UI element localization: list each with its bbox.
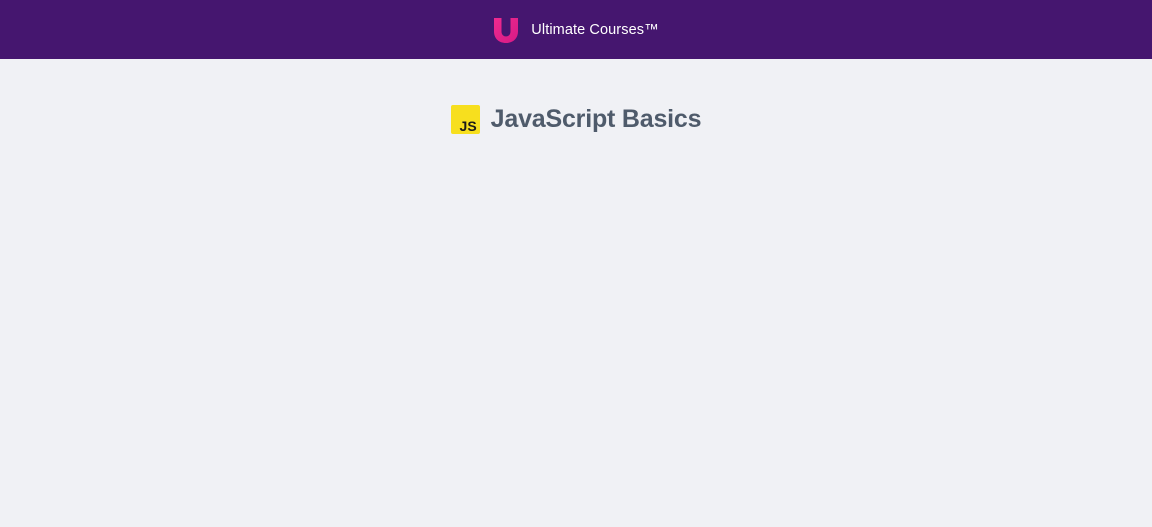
ultimate-courses-logo-icon <box>494 17 519 43</box>
brand-home-link[interactable]: Ultimate Courses™ <box>493 17 659 43</box>
js-badge-text: JS <box>459 118 477 134</box>
brand-name: Ultimate Courses™ <box>531 21 659 38</box>
javascript-logo-icon: JS <box>450 105 480 134</box>
top-bar: Ultimate Courses™ <box>0 0 1152 59</box>
course-title: JavaScript Basics <box>490 105 702 133</box>
main-content: JS JavaScript Basics <box>0 59 1152 134</box>
course-heading: JS JavaScript Basics <box>450 105 702 134</box>
